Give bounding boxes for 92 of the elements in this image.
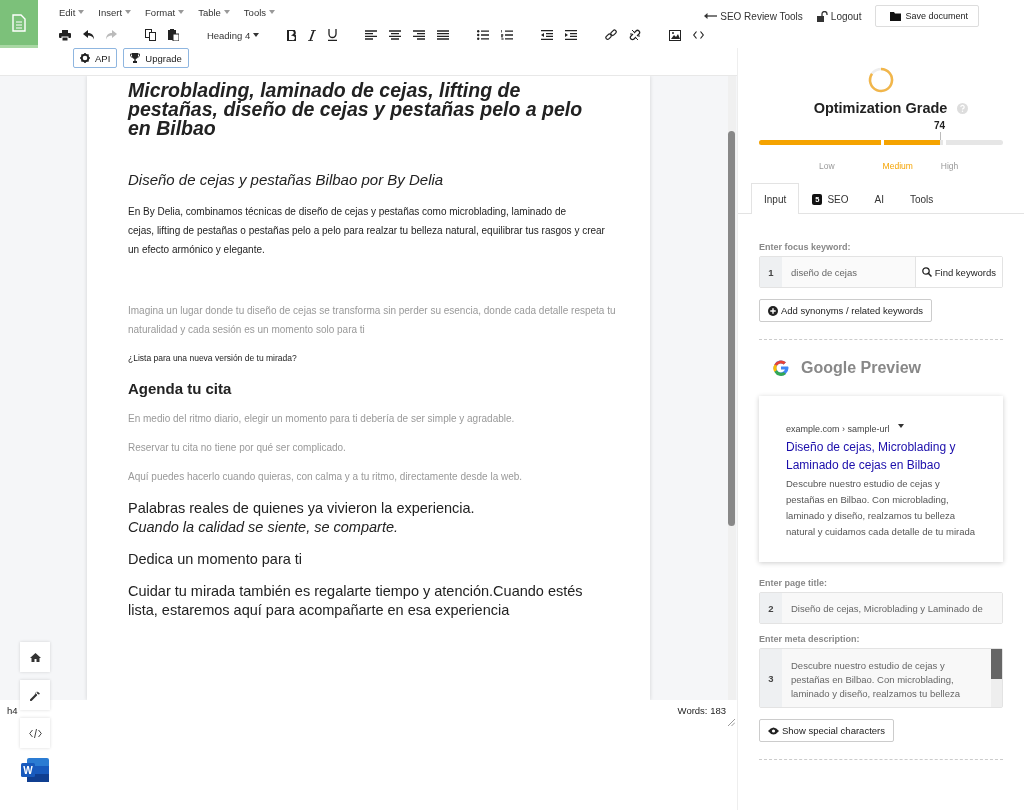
editor-button[interactable]: Upgrade xyxy=(123,48,189,68)
panel-tab[interactable]: AI xyxy=(861,183,897,214)
caret-icon xyxy=(78,10,85,14)
unlink-icon[interactable] xyxy=(629,29,642,41)
paste-icon[interactable] xyxy=(167,29,179,41)
field-label: Enter page title: xyxy=(759,578,828,588)
caret-icon xyxy=(223,10,230,14)
google-preview-heading: Google Preview xyxy=(801,359,922,377)
menu-item[interactable]: Edit xyxy=(58,6,85,18)
document-paragraph: En medio del ritmo diario, elegir un momento para ti debería de ser simple y agradable. xyxy=(128,412,516,426)
align-icon[interactable] xyxy=(437,30,450,40)
menu-item[interactable]: Format xyxy=(145,6,185,18)
document-heading: Diseño de cejas y pestañas Bilbao por By Delia xyxy=(128,171,445,188)
undo-icon[interactable] xyxy=(82,30,94,40)
copy-icon[interactable] xyxy=(144,29,156,41)
heading-dropdown[interactable]: Heading 4 xyxy=(206,29,260,41)
add-synonyms-button[interactable]: Add synonyms / related keywords xyxy=(759,299,933,322)
document-paragraph: ¿Lista para una nueva versión de tu mirada? xyxy=(128,353,298,363)
show-special-characters-button[interactable]: Show special characters xyxy=(759,719,894,742)
plus-circle-icon xyxy=(768,305,778,316)
tab-label: Tools xyxy=(910,193,934,205)
word-count: Words: 183 xyxy=(677,705,727,716)
resize-grip-icon[interactable] xyxy=(728,719,735,726)
document-heading: Microblading, laminado de cejas, lifting de pestañas, diseño de cejas y pestañas pelo a pelo en Bilbao xyxy=(128,81,584,138)
grade-band-label: High xyxy=(940,161,959,171)
code-icon[interactable] xyxy=(693,31,705,39)
home-button[interactable] xyxy=(20,642,50,672)
panel-tab[interactable]: Input xyxy=(751,183,800,214)
panel-tab[interactable]: Tools xyxy=(897,183,947,214)
eye-icon xyxy=(768,726,779,735)
numbered-list-icon[interactable] xyxy=(501,30,514,40)
home-icon xyxy=(29,652,41,662)
tab-label: AI xyxy=(874,193,884,205)
caret-icon xyxy=(897,424,904,428)
save-document-button[interactable]: Save document xyxy=(875,5,979,27)
left-arrow-icon xyxy=(704,13,718,19)
document-icon xyxy=(11,13,26,32)
underline-icon[interactable] xyxy=(328,29,338,41)
result-url: example.com › sample-url xyxy=(786,424,890,434)
tab-label: SEO xyxy=(827,193,849,205)
menu-item[interactable]: Tools xyxy=(243,6,276,18)
field-number: 3 xyxy=(760,649,782,707)
outdent-icon[interactable] xyxy=(541,30,554,40)
grade-band-label: Low xyxy=(819,161,835,171)
grade-score: 74 xyxy=(934,120,946,131)
settings-button[interactable] xyxy=(20,680,50,710)
document-heading: Agenda tu cita xyxy=(128,380,233,397)
folder-icon xyxy=(890,11,902,21)
tab-label: Input xyxy=(764,193,787,205)
link-icon[interactable] xyxy=(605,29,618,41)
menu-item[interactable]: Insert xyxy=(98,6,132,18)
bullet-list-icon[interactable] xyxy=(477,30,490,40)
document-paragraph: En By Delia, combinamos técnicas de diseño de cejas y pestañas como microblading, laminado de cejas, lifting de pestañas o pestañas pelo a pelo para realzar tu belleza natural, equilibrar tus rasgos y crear un efecto armónico y elegante. xyxy=(128,205,606,257)
result-title-link[interactable]: Diseño de cejas, Microblading y Laminado de cejas en Bilbao xyxy=(786,438,976,474)
document-paragraph: Reservar tu cita no tiene por qué ser complicado. xyxy=(128,441,347,455)
code-icon xyxy=(28,728,42,738)
caret-icon xyxy=(178,10,185,14)
header-link[interactable]: SEO Review Tools xyxy=(704,10,803,22)
field-label: Enter focus keyword: xyxy=(759,242,852,252)
gear-icon xyxy=(80,53,90,63)
caret-icon xyxy=(253,33,260,37)
progress-ring-icon xyxy=(867,66,895,94)
print-icon[interactable] xyxy=(58,29,71,41)
editor-button[interactable]: API xyxy=(73,48,118,68)
document-paragraph: Imagina un lugar donde tu diseño de cejas se transforma sin perder su esencia, donde cada detalle respeta tu naturalidad y cada sesión es un momento solo para ti xyxy=(128,304,617,337)
element-path: h4 xyxy=(7,705,18,716)
trophy-icon xyxy=(130,53,141,63)
meta-description-textarea[interactable]: Descubre nuestro estudio de cejas y pestañas en Bilbao. Con microblading, laminado y diseño, realzamos tu belleza xyxy=(782,649,991,707)
image-icon[interactable] xyxy=(669,29,682,41)
bold-icon[interactable] xyxy=(287,29,297,41)
wrench-icon xyxy=(29,689,41,701)
unlock-icon xyxy=(816,10,828,22)
menu-item[interactable]: Table xyxy=(198,6,230,18)
document-paragraph: Cuidar tu mirada también es regalarte tiempo y atención.Cuando estés lista, estaremos aquí para acompañarte en esa experiencia xyxy=(128,582,584,620)
scrollbar-thumb[interactable] xyxy=(991,649,1002,679)
header-link[interactable]: Logout xyxy=(816,10,862,22)
caret-icon xyxy=(269,10,276,14)
field-label: Enter meta description: xyxy=(759,634,861,644)
document-paragraph: Palabras reales de quienes ya vivieron la experiencia. Cuando la calidad se siente, se comparte. xyxy=(128,499,476,537)
align-icon[interactable] xyxy=(389,30,402,40)
scrollbar-thumb[interactable] xyxy=(728,131,735,526)
document-paragraph: Aquí puedes hacerlo cuando quieras, con calma y a tu ritmo, directamente desde la web. xyxy=(128,470,524,484)
grade-title: Optimization Grade xyxy=(813,100,948,116)
caret-icon xyxy=(125,10,132,14)
align-icon[interactable] xyxy=(365,30,378,40)
html-button[interactable] xyxy=(20,718,50,748)
result-description: Descubre nuestro estudio de cejas y pestañas en Bilbao. Con microblading, laminado y diseño, realzamos tu belleza natural y cuidamos cada detalle de tu mirada xyxy=(786,477,976,539)
grade-band-label: Medium xyxy=(882,161,913,171)
italic-icon[interactable] xyxy=(308,29,317,41)
indent-icon[interactable] xyxy=(565,30,578,40)
align-icon[interactable] xyxy=(413,30,426,40)
document-paragraph: Dedica un momento para ti xyxy=(128,550,304,569)
